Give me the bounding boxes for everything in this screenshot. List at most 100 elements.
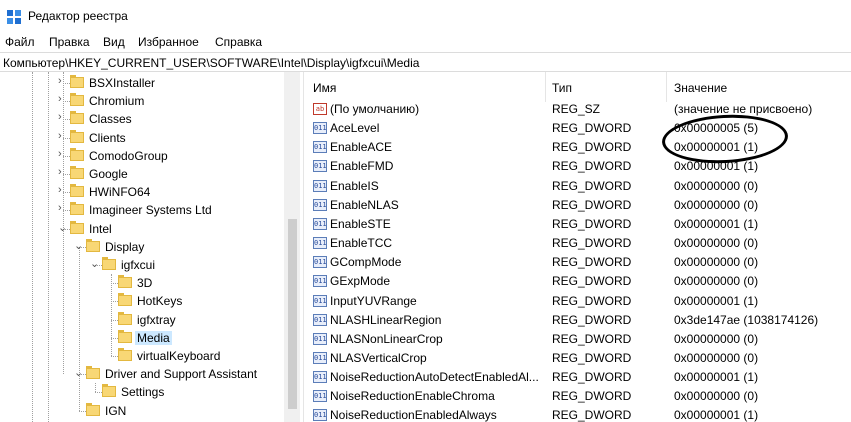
tree-item-label: Imagineer Systems Ltd xyxy=(89,203,212,218)
menu-file[interactable]: Файл xyxy=(5,35,35,49)
tree-item-3d[interactable]: 3D xyxy=(0,274,284,292)
value-data: 0x00000001 (1) xyxy=(674,370,759,385)
value-type: REG_DWORD xyxy=(552,350,632,365)
tree-item-hwinfo64[interactable]: › HWiNFO64 xyxy=(0,183,284,201)
chevron-right-icon[interactable]: › xyxy=(58,75,62,87)
menu-edit[interactable]: Правка xyxy=(49,35,90,49)
value-row[interactable]: 011 NoiseReductionAutoDetectEnabledAl... R… xyxy=(304,368,851,387)
value-row[interactable]: 011 NLASNonLinearCrop REG_DWORD 0x00000000 … xyxy=(304,330,851,349)
tree-item-media[interactable]: Media xyxy=(0,329,284,347)
column-header-type[interactable]: Тип xyxy=(546,72,666,102)
tree-item-label: Driver and Support Assistant xyxy=(105,367,258,382)
value-row[interactable]: 011 NoiseReductionEnableChroma REG_DWORD 0x… xyxy=(304,387,851,406)
value-data: 0x00000001 (1) xyxy=(674,216,759,231)
value-data: 0x00000000 (0) xyxy=(674,178,759,193)
value-row[interactable]: 011 NLASHLinearRegion REG_DWORD 0x3de147ae … xyxy=(304,311,851,330)
chevron-down-icon[interactable]: ⌄ xyxy=(58,221,67,234)
address-bar[interactable]: Компьютер\HKEY_CURRENT_USER\SOFTWARE\Int… xyxy=(0,52,851,72)
binary-value-icon: 011 xyxy=(313,179,327,192)
tree-item-intel[interactable]: ⌄ Intel xyxy=(0,220,284,238)
tree-item-display[interactable]: ⌄ Display xyxy=(0,238,284,256)
value-name: AceLevel xyxy=(330,121,380,136)
address-path[interactable]: Компьютер\HKEY_CURRENT_USER\SOFTWARE\Int… xyxy=(3,56,419,70)
tree-pane[interactable]: › BSXInstaller › Chromium › Classes › Clients › C… xyxy=(0,72,300,422)
value-name: (По умолчанию) xyxy=(330,102,420,116)
tree-item-imagineer-systems-ltd[interactable]: › Imagineer Systems Ltd xyxy=(0,201,284,219)
tree-item-igfxtray[interactable]: igfxtray xyxy=(0,311,284,329)
value-row[interactable]: 011 EnableTCC REG_DWORD 0x00000000 (0) xyxy=(304,234,851,253)
value-data: 0x00000001 (1) xyxy=(674,293,759,308)
folder-icon xyxy=(86,402,100,416)
tree-item-comodogroup[interactable]: › ComodoGroup xyxy=(0,147,284,165)
value-row[interactable]: 011 NoiseReductionEnabledAlways REG_DWORD 0… xyxy=(304,406,851,422)
value-type: REG_DWORD xyxy=(552,236,632,251)
tree-item-ign[interactable]: IGN xyxy=(0,402,284,420)
folder-icon xyxy=(86,238,100,252)
binary-value-icon: 011 xyxy=(313,351,327,364)
chevron-right-icon[interactable]: › xyxy=(58,130,62,142)
tree-scrollbar[interactable] xyxy=(284,72,300,422)
value-row[interactable]: ab (По умолчанию) REG_SZ (значение не присв… xyxy=(304,100,851,119)
value-type: REG_DWORD xyxy=(552,293,632,308)
value-type: REG_DWORD xyxy=(552,370,632,385)
chevron-down-icon[interactable]: ⌄ xyxy=(74,239,83,252)
value-name: NoiseReductionEnabledAlways xyxy=(330,408,497,422)
value-row[interactable]: 011 NLASVerticalCrop REG_DWORD 0x00000000 (… xyxy=(304,349,851,368)
folder-icon xyxy=(102,384,116,398)
value-type: REG_DWORD xyxy=(552,178,632,193)
tree-item-classes[interactable]: › Classes xyxy=(0,110,284,128)
value-name: EnableNLAS xyxy=(330,197,399,212)
column-header-name[interactable]: Имя xyxy=(304,72,545,102)
tree-item-virtualkeyboard[interactable]: virtualKeyboard xyxy=(0,347,284,365)
tree-item-hotkeys[interactable]: HotKeys xyxy=(0,292,284,310)
chevron-down-icon[interactable]: ⌄ xyxy=(74,366,83,379)
tree-item-label: Chromium xyxy=(89,94,145,109)
folder-icon xyxy=(70,93,84,107)
folder-icon xyxy=(118,293,132,307)
menu-favorites[interactable]: Избранное xyxy=(138,35,199,49)
registry-editor-icon xyxy=(7,10,21,24)
tree-item-label: Google xyxy=(89,167,128,181)
tree-item-label: Settings xyxy=(121,385,165,400)
chevron-right-icon[interactable]: › xyxy=(58,184,62,196)
chevron-right-icon[interactable]: › xyxy=(58,93,62,105)
value-row[interactable]: 011 InputYUVRange REG_DWORD 0x00000001 (1) xyxy=(304,292,851,311)
value-row[interactable]: 011 GExpMode REG_DWORD 0x00000000 (0) xyxy=(304,272,851,291)
value-row[interactable]: 011 EnableIS REG_DWORD 0x00000000 (0) xyxy=(304,177,851,196)
tree-scrollbar-thumb[interactable] xyxy=(288,219,297,409)
chevron-right-icon[interactable]: › xyxy=(58,166,62,178)
value-data: 0x00000000 (0) xyxy=(674,197,759,212)
value-type: REG_DWORD xyxy=(552,255,632,270)
value-row[interactable]: 011 EnableSTE REG_DWORD 0x00000001 (1) xyxy=(304,215,851,234)
menu-view[interactable]: Вид xyxy=(103,35,125,49)
menu-help[interactable]: Справка xyxy=(215,35,262,49)
folder-icon xyxy=(70,75,84,88)
column-value-label: Значение xyxy=(674,81,728,95)
value-name: EnableTCC xyxy=(330,236,393,251)
chevron-right-icon[interactable]: › xyxy=(58,148,62,160)
tree-item-label: virtualKeyboard xyxy=(137,349,221,363)
value-row[interactable]: 011 EnableFMD REG_DWORD 0x00000001 (1) xyxy=(304,157,851,176)
value-row[interactable]: 011 GCompMode REG_DWORD 0x00000000 (0) xyxy=(304,253,851,272)
tree-item-settings[interactable]: Settings xyxy=(0,383,284,401)
tree-item-label: Intel xyxy=(89,221,112,236)
tree-item-driver-and-support-assistant[interactable]: ⌄ Driver and Support Assistant xyxy=(0,365,284,383)
tree-item-igfxcui[interactable]: ⌄ igfxcui xyxy=(0,256,284,274)
folder-icon xyxy=(70,184,84,198)
tree-item-label: BSXInstaller xyxy=(89,76,156,90)
tree-item-label: HWiNFO64 xyxy=(89,185,151,200)
value-row[interactable]: 011 EnableNLAS REG_DWORD 0x00000000 (0) xyxy=(304,196,851,215)
tree-item-chromium[interactable]: › Chromium xyxy=(0,92,284,110)
column-header-value[interactable]: Значение xyxy=(667,72,851,102)
tree-item-bsxinstaller[interactable]: › BSXInstaller xyxy=(0,74,284,92)
value-name: NLASVerticalCrop xyxy=(330,350,427,365)
chevron-right-icon[interactable]: › xyxy=(58,202,62,214)
folder-icon xyxy=(70,129,84,143)
chevron-right-icon[interactable]: › xyxy=(58,111,62,123)
chevron-down-icon[interactable]: ⌄ xyxy=(90,257,99,270)
tree-item-google[interactable]: › Google xyxy=(0,165,284,183)
binary-value-icon: 011 xyxy=(313,237,327,250)
tree-item-clients[interactable]: › Clients xyxy=(0,129,284,147)
value-type: REG_DWORD xyxy=(552,140,632,155)
value-name: NoiseReductionEnableChroma xyxy=(330,389,495,404)
